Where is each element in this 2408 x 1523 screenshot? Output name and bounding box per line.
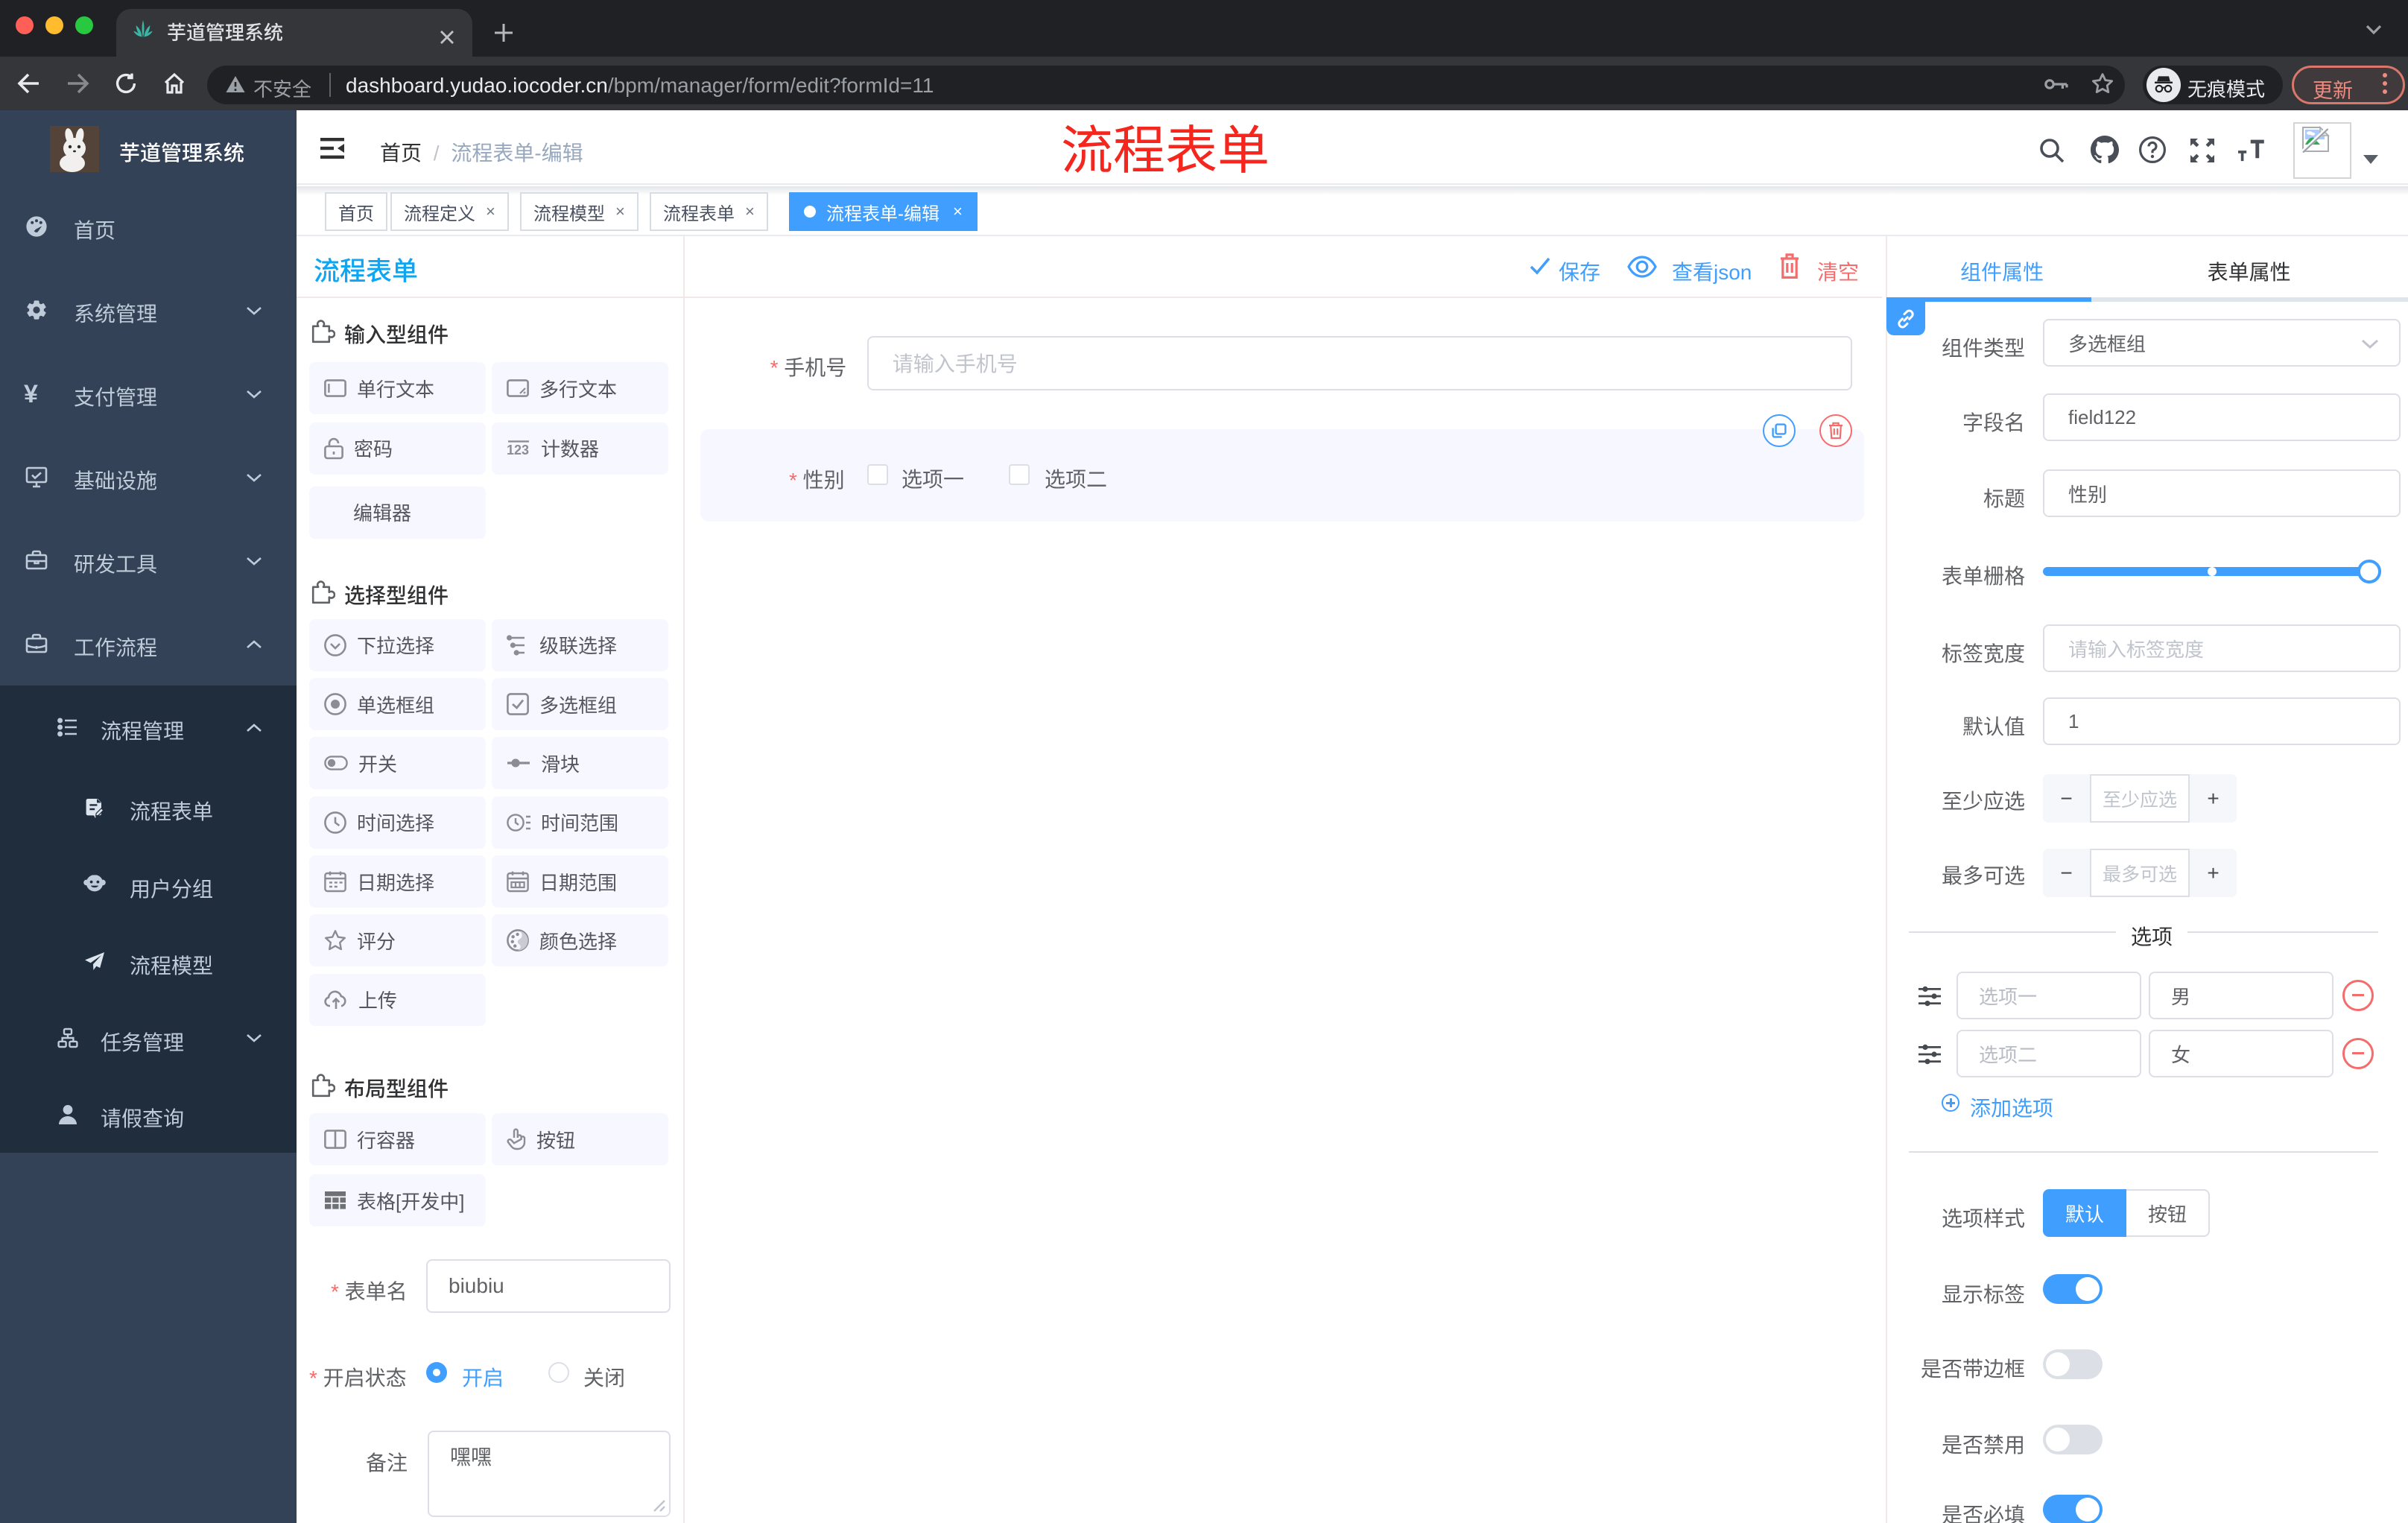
svg-text:123: 123	[507, 443, 529, 457]
